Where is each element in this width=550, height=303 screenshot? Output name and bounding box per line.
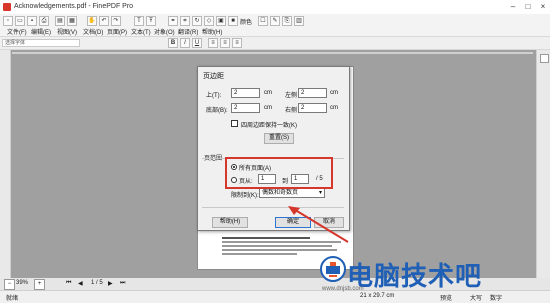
right-unit: cm: [330, 105, 338, 111]
view-icon[interactable]: ▤: [55, 16, 65, 26]
menu-edit[interactable]: 编辑(E): [31, 27, 51, 36]
watermark-logo-icon: [320, 256, 346, 282]
panel-toggle-icon[interactable]: [540, 54, 549, 63]
align-left-icon[interactable]: ≡: [208, 38, 218, 48]
left-margin-label: 左侧: [285, 93, 298, 99]
align-right-icon[interactable]: ≡: [232, 38, 242, 48]
limit-select-value: 偶数和奇数页: [262, 190, 299, 196]
minimize-button[interactable]: –: [506, 2, 520, 12]
left-panel: [0, 50, 11, 278]
page-indicator[interactable]: 1 / 5: [91, 280, 103, 286]
keep-same-label: 四周边距保持一致(K): [241, 123, 297, 129]
dialog-title: 页边距: [203, 73, 224, 80]
bottom-margin-input[interactable]: 2: [231, 103, 260, 113]
close-button[interactable]: ×: [536, 2, 550, 12]
last-page-icon[interactable]: ⏭: [120, 280, 125, 287]
reset-button[interactable]: 重置(S): [264, 133, 294, 144]
app-logo-icon: [3, 3, 11, 11]
zoom-level[interactable]: 39%: [16, 280, 28, 286]
menu-page[interactable]: 页面(P): [107, 27, 127, 36]
italic-icon[interactable]: I: [180, 38, 190, 48]
keep-same-checkbox[interactable]: [231, 120, 238, 127]
chevron-down-icon: ▾: [318, 190, 322, 196]
text-tool-icon[interactable]: T: [134, 16, 144, 26]
top-unit: cm: [264, 90, 272, 96]
limit-select[interactable]: 偶数和奇数页 ▾: [259, 188, 325, 198]
limit-label: 限制到(K):: [231, 193, 259, 199]
menu-document[interactable]: 文档(D): [83, 27, 103, 36]
next-page-icon[interactable]: ▶: [108, 280, 113, 287]
crop-icon[interactable]: ⌗: [180, 16, 190, 26]
align-center-icon[interactable]: ≡: [220, 38, 230, 48]
horizontal-ruler: [12, 52, 533, 54]
right-margin-input[interactable]: 2: [298, 103, 327, 113]
zoom-out-icon[interactable]: −: [4, 279, 15, 290]
menu-file[interactable]: 文件(F): [7, 27, 27, 36]
menu-translate[interactable]: 翻译(R): [178, 27, 198, 36]
underline-icon[interactable]: U: [192, 38, 202, 48]
watermark-url: www.dnjsb.com: [322, 286, 364, 292]
stamp-icon[interactable]: ☐: [258, 16, 268, 26]
hand-icon[interactable]: ✋: [87, 16, 97, 26]
left-margin-input[interactable]: 2: [298, 88, 327, 98]
top-margin-label: 上(T):: [206, 93, 222, 99]
save-icon[interactable]: ▪: [27, 16, 37, 26]
redo-icon[interactable]: ↷: [111, 16, 121, 26]
menu-object[interactable]: 对象(O): [154, 27, 175, 36]
undo-icon[interactable]: ↶: [99, 16, 109, 26]
print-icon[interactable]: ⎙: [39, 16, 49, 26]
new-icon[interactable]: ▫: [3, 16, 13, 26]
highlight-box: [225, 157, 333, 189]
title-bar: Acknowledgements.pdf - FinePDF Pro – □ ×: [0, 0, 550, 15]
right-panel: [536, 50, 550, 278]
rotate-icon[interactable]: ↻: [192, 16, 202, 26]
right-margin-label: 右侧: [285, 108, 298, 114]
table-icon[interactable]: ▥: [294, 16, 304, 26]
color-label[interactable]: 颜色: [240, 17, 252, 26]
status-ready: 就绪: [6, 296, 19, 302]
maximize-button[interactable]: □: [521, 2, 535, 12]
open-icon[interactable]: ▭: [15, 16, 25, 26]
help-button[interactable]: 帮助(H): [212, 217, 248, 228]
layout-icon[interactable]: ▦: [67, 16, 77, 26]
menu-help[interactable]: 帮助(H): [202, 27, 222, 36]
zoom-in-icon[interactable]: +: [34, 279, 45, 290]
first-page-icon[interactable]: ⏮: [66, 280, 71, 287]
text-select-icon[interactable]: Ŧ: [146, 16, 156, 26]
toolbar-menubar: ▫ ▭ ▪ ⎙ ▤ ▦ ✋ ↶ ↷ T Ŧ ⚭ ⌗ ↻ ◇ ▣ ■ 颜色 ☐ ✎…: [0, 14, 550, 37]
shape-icon[interactable]: ◇: [204, 16, 214, 26]
link-icon[interactable]: ⚭: [168, 16, 178, 26]
menu-text[interactable]: 文本(T): [131, 27, 151, 36]
attach-icon[interactable]: ⎘: [282, 16, 292, 26]
left-unit: cm: [330, 90, 338, 96]
format-toolbar: 选择字体 B I U ≡ ≡ ≡: [0, 37, 550, 50]
bottom-margin-label: 底部(B):: [206, 108, 228, 114]
note-icon[interactable]: ✎: [270, 16, 280, 26]
color-swatch-icon[interactable]: ■: [228, 16, 238, 26]
top-margin-input[interactable]: 2: [231, 88, 260, 98]
bottom-unit: cm: [264, 105, 272, 111]
watermark-text: 电脑技术吧: [347, 262, 483, 292]
image-icon[interactable]: ▣: [216, 16, 226, 26]
font-selector[interactable]: 选择字体: [2, 39, 80, 47]
menu-view[interactable]: 视图(V): [57, 27, 77, 36]
prev-page-icon[interactable]: ◀: [78, 280, 83, 287]
window-title: Acknowledgements.pdf - FinePDF Pro: [14, 3, 134, 10]
watermark: 电脑技术吧 www.dnjsb.com: [320, 250, 550, 298]
bold-icon[interactable]: B: [168, 38, 178, 48]
